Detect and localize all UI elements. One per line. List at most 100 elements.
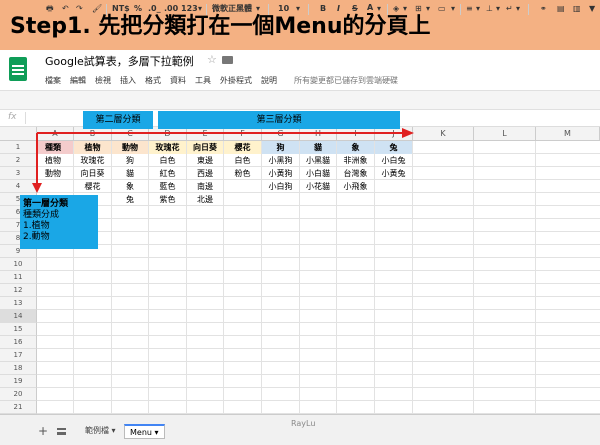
grid-cell[interactable]: 小花貓 [300,180,336,193]
number-format-dropdown[interactable]: 123 [181,3,198,15]
grid-cell[interactable]: 小黃兔 [375,167,412,180]
row-header[interactable]: 14 [0,310,37,323]
header-cell[interactable]: 植物 [74,141,111,154]
grid-cell[interactable]: 台灣象 [337,167,374,180]
header-cell[interactable]: 貓 [300,141,336,154]
font-dropdown[interactable]: 微軟正黑體 [212,3,252,15]
header-cell[interactable]: 向日葵 [187,141,223,154]
italic-button[interactable]: I [337,3,340,15]
grid-cell[interactable] [300,193,336,206]
menu-tools[interactable]: 工具 [195,75,211,87]
header-cell[interactable]: 玫瑰花 [149,141,186,154]
column-header[interactable]: F [224,127,262,141]
menu-addons[interactable]: 外掛程式 [220,75,252,87]
row-header[interactable]: 19 [0,375,37,388]
row-header[interactable]: 17 [0,349,37,362]
grid-cell[interactable]: 白色 [149,154,186,167]
menu-format[interactable]: 格式 [145,75,161,87]
bold-button[interactable]: B [320,3,326,15]
header-cell[interactable]: 兔 [375,141,412,154]
column-header[interactable]: C [112,127,149,141]
row-header[interactable]: 16 [0,336,37,349]
row-header[interactable]: 3 [0,167,37,180]
increase-decimal-button[interactable]: .00 [164,3,178,15]
menu-help[interactable]: 說明 [261,75,277,87]
borders-icon[interactable]: ⊞ [415,3,422,15]
grid-cell[interactable]: 貓 [112,167,148,180]
grid-cell[interactable]: 西邊 [187,167,223,180]
row-header[interactable]: 15 [0,323,37,336]
grid-cell[interactable]: 小黑貓 [300,154,336,167]
sheet-tab-menu[interactable]: Menu ▾ [124,424,165,439]
column-header[interactable]: H [300,127,337,141]
menu-edit[interactable]: 編輯 [70,75,86,87]
column-header[interactable]: M [536,127,600,141]
grid-cell[interactable]: 非洲象 [337,154,374,167]
grid-cell[interactable]: 小白兔 [375,154,412,167]
paint-format-icon[interactable]: 🖌 [92,3,102,15]
sheets-logo-icon[interactable] [9,57,27,81]
print-icon[interactable]: 🖶 [46,3,54,15]
currency-button[interactable]: NT$ [112,3,130,15]
percent-button[interactable]: % [134,3,142,15]
grid-cell[interactable]: 紫色 [149,193,186,206]
grid-cell[interactable]: 玫瑰花 [74,154,111,167]
sheet-tab-example[interactable]: 範例檔 ▾ [80,424,121,439]
sheet-list-icon[interactable] [57,428,66,435]
add-sheet-button[interactable]: + [38,424,48,438]
header-cell[interactable]: 動物 [112,141,148,154]
menu-file[interactable]: 檔案 [45,75,61,87]
grid-cell[interactable]: 藍色 [149,180,186,193]
font-size-dropdown[interactable]: 10 [278,3,289,15]
grid-cell[interactable] [375,193,412,206]
grid-cell[interactable] [224,193,261,206]
grid-cell[interactable]: 東邊 [187,154,223,167]
column-header[interactable]: A [37,127,74,141]
column-header[interactable]: G [262,127,300,141]
column-header[interactable]: K [413,127,474,141]
star-icon[interactable]: ☆ [207,53,217,66]
row-header[interactable]: 1 [0,141,37,154]
grid-cell[interactable]: 兔 [112,193,148,206]
grid-cell[interactable]: 向日葵 [74,167,111,180]
fill-color-icon[interactable]: ◈ [393,3,399,15]
text-wrap-icon[interactable]: ↵ [506,3,513,15]
grid-cell[interactable]: 南邊 [187,180,223,193]
decrease-decimal-button[interactable]: .0_ [148,3,161,15]
link-icon[interactable]: ⚭ [540,3,547,15]
grid-cell[interactable]: 小黃狗 [262,167,299,180]
column-header[interactable]: B [74,127,112,141]
grid-cell[interactable]: 紅色 [149,167,186,180]
filter-icon[interactable]: ▼ [589,3,595,15]
grid-cell[interactable]: 粉色 [224,167,261,180]
row-header[interactable]: 12 [0,284,37,297]
column-header[interactable]: E [187,127,224,141]
grid-cell[interactable]: 小白狗 [262,180,299,193]
text-color-button[interactable]: A [367,3,374,15]
grid-cell[interactable]: 小黑狗 [262,154,299,167]
grid-cell[interactable]: 小飛象 [337,180,374,193]
align-horizontal-icon[interactable]: ≡ [466,3,473,15]
menu-insert[interactable]: 插入 [120,75,136,87]
menu-view[interactable]: 檢視 [95,75,111,87]
header-cell[interactable]: 象 [337,141,374,154]
folder-icon[interactable] [222,56,233,64]
row-header[interactable]: 2 [0,154,37,167]
header-cell[interactable]: 種類 [37,141,73,154]
strikethrough-button[interactable]: S [352,3,358,15]
row-header[interactable]: 21 [0,401,37,414]
grid-cell[interactable] [337,193,374,206]
grid-cell[interactable]: 小白貓 [300,167,336,180]
comment-icon[interactable]: ▤ [557,3,565,15]
grid-cell[interactable]: 象 [112,180,148,193]
header-cell[interactable]: 狗 [262,141,299,154]
grid-cell[interactable]: 北邊 [187,193,223,206]
undo-icon[interactable]: ↶ [62,3,69,15]
grid-cell[interactable]: 植物 [37,154,73,167]
row-header[interactable]: 11 [0,271,37,284]
align-vertical-icon[interactable]: ⊥ [486,3,493,15]
grid-cell[interactable]: 動物 [37,167,73,180]
select-all-corner[interactable] [0,127,37,141]
column-header[interactable]: D [149,127,187,141]
row-header[interactable]: 10 [0,258,37,271]
